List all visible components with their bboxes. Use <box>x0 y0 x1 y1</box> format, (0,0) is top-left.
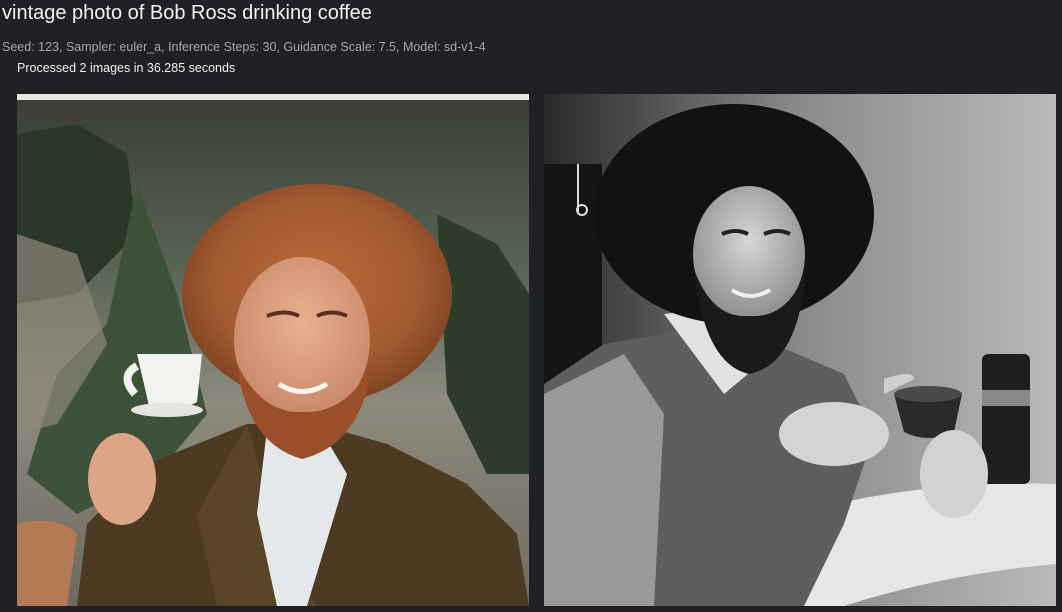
render-settings: Seed: 123, Sampler: euler_a, Inference S… <box>2 40 486 54</box>
render-status: Processed 2 images in 36.285 seconds <box>17 61 236 75</box>
generated-image-1[interactable] <box>17 94 529 606</box>
generated-image-1-picture <box>17 94 529 606</box>
generated-image-2-picture <box>544 94 1056 606</box>
render-task-panel: vintage photo of Bob Ross drinking coffe… <box>0 0 1062 612</box>
prompt-title: vintage photo of Bob Ross drinking coffe… <box>2 2 372 24</box>
generated-image-2[interactable] <box>544 94 1056 606</box>
